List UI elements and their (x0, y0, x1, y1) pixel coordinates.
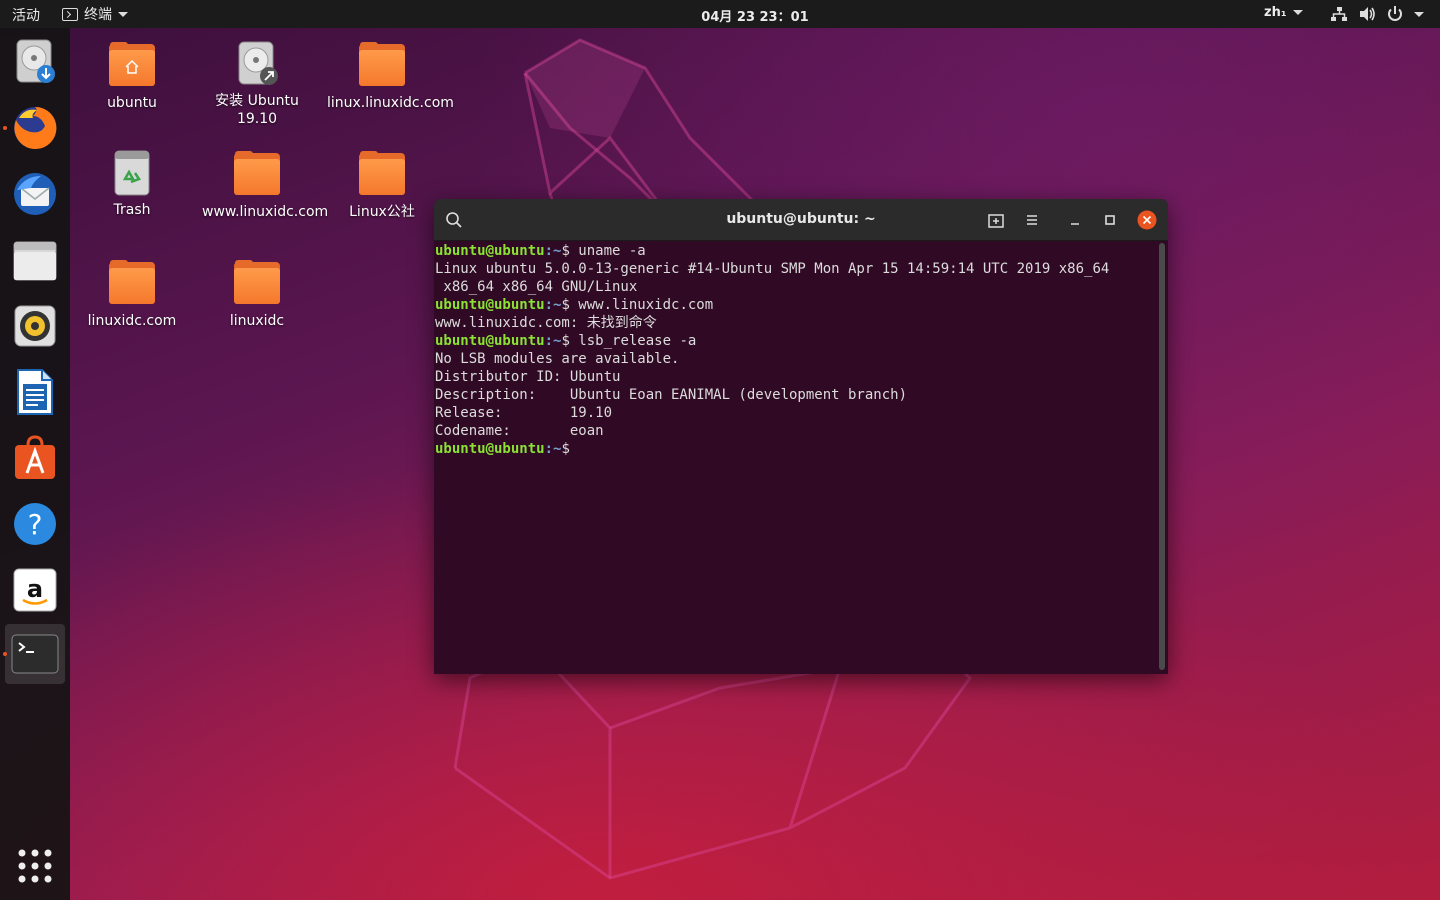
prompt-sign: $ (561, 441, 579, 457)
prompt-user: ubuntu@ubuntu (435, 243, 545, 259)
dock-rhythmbox[interactable] (5, 296, 65, 356)
input-method-menu[interactable]: zh₁ (1264, 5, 1303, 20)
dock-install-ubuntu[interactable] (5, 32, 65, 92)
dock-ubuntu-software[interactable] (5, 428, 65, 488)
prompt-path: :~ (544, 441, 562, 457)
rhythmbox-icon (14, 305, 56, 347)
dock-help[interactable]: ? (5, 494, 65, 554)
prompt-path: :~ (544, 333, 562, 349)
folder-icon (358, 151, 406, 199)
terminal-output-line: Description: Ubuntu Eoan EANIMAL (develo… (435, 387, 908, 403)
amazon-icon: a (13, 568, 57, 612)
maximize-icon[interactable] (1100, 210, 1120, 230)
thunderbird-icon (14, 173, 56, 215)
desktop-icon-label: linux.linuxidc.com (327, 95, 454, 111)
disk-install-icon (16, 39, 55, 83)
folder-icon (233, 260, 281, 308)
desktop-icon-label: Trash (113, 202, 151, 218)
terminal-command-line: ubuntu@ubuntu:~$ (435, 440, 1156, 458)
terminal-output-line: Distributor ID: Ubuntu (435, 369, 621, 385)
desktop-icon-label: Linux公社 (349, 204, 415, 220)
prompt-user: ubuntu@ubuntu (435, 333, 545, 349)
clock[interactable]: 04月 23 23：01 (0, 6, 1440, 25)
command-text: lsb_release -a (578, 333, 697, 349)
folder-icon (108, 260, 156, 308)
prompt-path: :~ (544, 243, 562, 259)
terminal-title: ubuntu@ubuntu: ~ (726, 211, 876, 227)
terminal-output-line: No LSB modules are available. (435, 351, 680, 367)
dock-firefox[interactable] (3, 98, 65, 158)
desktop-icon-label: linuxidc.com (87, 313, 177, 329)
hamburger-menu-icon[interactable] (1022, 210, 1042, 230)
trash-icon (108, 149, 156, 197)
terminal-window[interactable]: ubuntu@ubuntu: ~ ubuntu@ubuntu:~$ uname … (434, 199, 1168, 674)
desktop-icon-label: linuxidc (229, 313, 285, 329)
desktop-icon-label: www.linuxidc.com (202, 204, 329, 220)
prompt-user: ubuntu@ubuntu (435, 441, 545, 457)
desktop-icon-install-ubuntu[interactable]: 安装 Ubuntu 19.10 (202, 40, 312, 128)
desktop-icon-label: ubuntu (107, 95, 157, 111)
svg-text:a: a (27, 575, 43, 603)
installer-icon (233, 40, 281, 88)
dock-thunderbird[interactable] (5, 164, 65, 224)
dock-writer[interactable] (5, 362, 65, 422)
terminal-output-line: www.linuxidc.com: 未找到命令 (435, 315, 657, 331)
network-icon (1331, 7, 1347, 21)
terminal-command-line: ubuntu@ubuntu:~$ lsb_release -a (435, 332, 1156, 350)
desktop-icon-linuxidc[interactable]: linuxidc (202, 260, 312, 330)
terminal-output-line: Linux ubuntu 5.0.0-13-generic #14-Ubuntu… (435, 261, 1110, 277)
dock-terminal[interactable] (3, 624, 65, 684)
terminal-output-line: Codename: eoan (435, 423, 604, 439)
desktop-icon-trash[interactable]: Trash (77, 149, 187, 219)
home-folder-icon (108, 42, 156, 90)
desktop-icon-linux-gongshe[interactable]: Linux公社 (327, 151, 437, 221)
terminal-scrollbar[interactable] (1159, 243, 1165, 670)
terminal-output-line: Release: 19.10 (435, 405, 613, 421)
terminal-header-bar[interactable]: ubuntu@ubuntu: ~ (434, 199, 1168, 241)
terminal-output[interactable]: ubuntu@ubuntu:~$ uname -a Linux ubuntu 5.… (435, 242, 1156, 674)
input-method-label: zh₁ (1264, 5, 1287, 20)
dock-amazon[interactable]: a (5, 560, 65, 620)
top-bar: 活动 终端 04月 23 23：01 zh₁ (0, 0, 1440, 28)
show-apps-button[interactable] (5, 836, 65, 896)
desktop-icon-ubuntu[interactable]: ubuntu (77, 42, 187, 112)
command-text: www.linuxidc.com (578, 297, 714, 313)
new-tab-icon[interactable] (986, 210, 1006, 230)
command-text: uname -a (578, 243, 646, 259)
terminal-icon (11, 634, 59, 674)
power-icon (1388, 6, 1402, 21)
prompt-path: :~ (544, 297, 562, 313)
terminal-command-line: ubuntu@ubuntu:~$ uname -a (435, 242, 1156, 260)
desktop-icon-www-linuxidc-com[interactable]: www.linuxidc.com (202, 151, 328, 221)
minimize-icon[interactable] (1065, 210, 1085, 230)
system-tray[interactable] (1330, 5, 1424, 23)
files-icon (13, 241, 57, 281)
firefox-icon (14, 106, 57, 149)
prompt-sign: $ (561, 333, 579, 349)
help-icon: ? (14, 503, 56, 545)
running-indicator (3, 126, 7, 130)
chevron-down-icon (1414, 11, 1424, 17)
dock-files[interactable] (5, 230, 65, 290)
software-icon (15, 435, 55, 479)
prompt-sign: $ (561, 297, 579, 313)
folder-icon (358, 42, 406, 90)
prompt-user: ubuntu@ubuntu (435, 297, 545, 313)
close-icon[interactable] (1137, 210, 1157, 230)
volume-icon (1360, 7, 1375, 21)
grid-icon (18, 849, 52, 883)
svg-text:?: ? (28, 508, 43, 541)
desktop-icon-linux-linuxidc-com[interactable]: linux.linuxidc.com (327, 42, 454, 112)
writer-icon (17, 369, 53, 415)
prompt-sign: $ (561, 243, 579, 259)
folder-icon (233, 151, 281, 199)
terminal-command-line: ubuntu@ubuntu:~$ www.linuxidc.com (435, 296, 1156, 314)
running-indicator (3, 652, 7, 656)
desktop-icon-linuxidc-com[interactable]: linuxidc.com (77, 260, 187, 330)
chevron-down-icon (1292, 10, 1303, 15)
dock: ? a (0, 28, 70, 900)
terminal-output-line: x86_64 x86_64 GNU/Linux (435, 279, 638, 295)
desktop-icon-label: 安装 Ubuntu 19.10 (215, 93, 299, 127)
